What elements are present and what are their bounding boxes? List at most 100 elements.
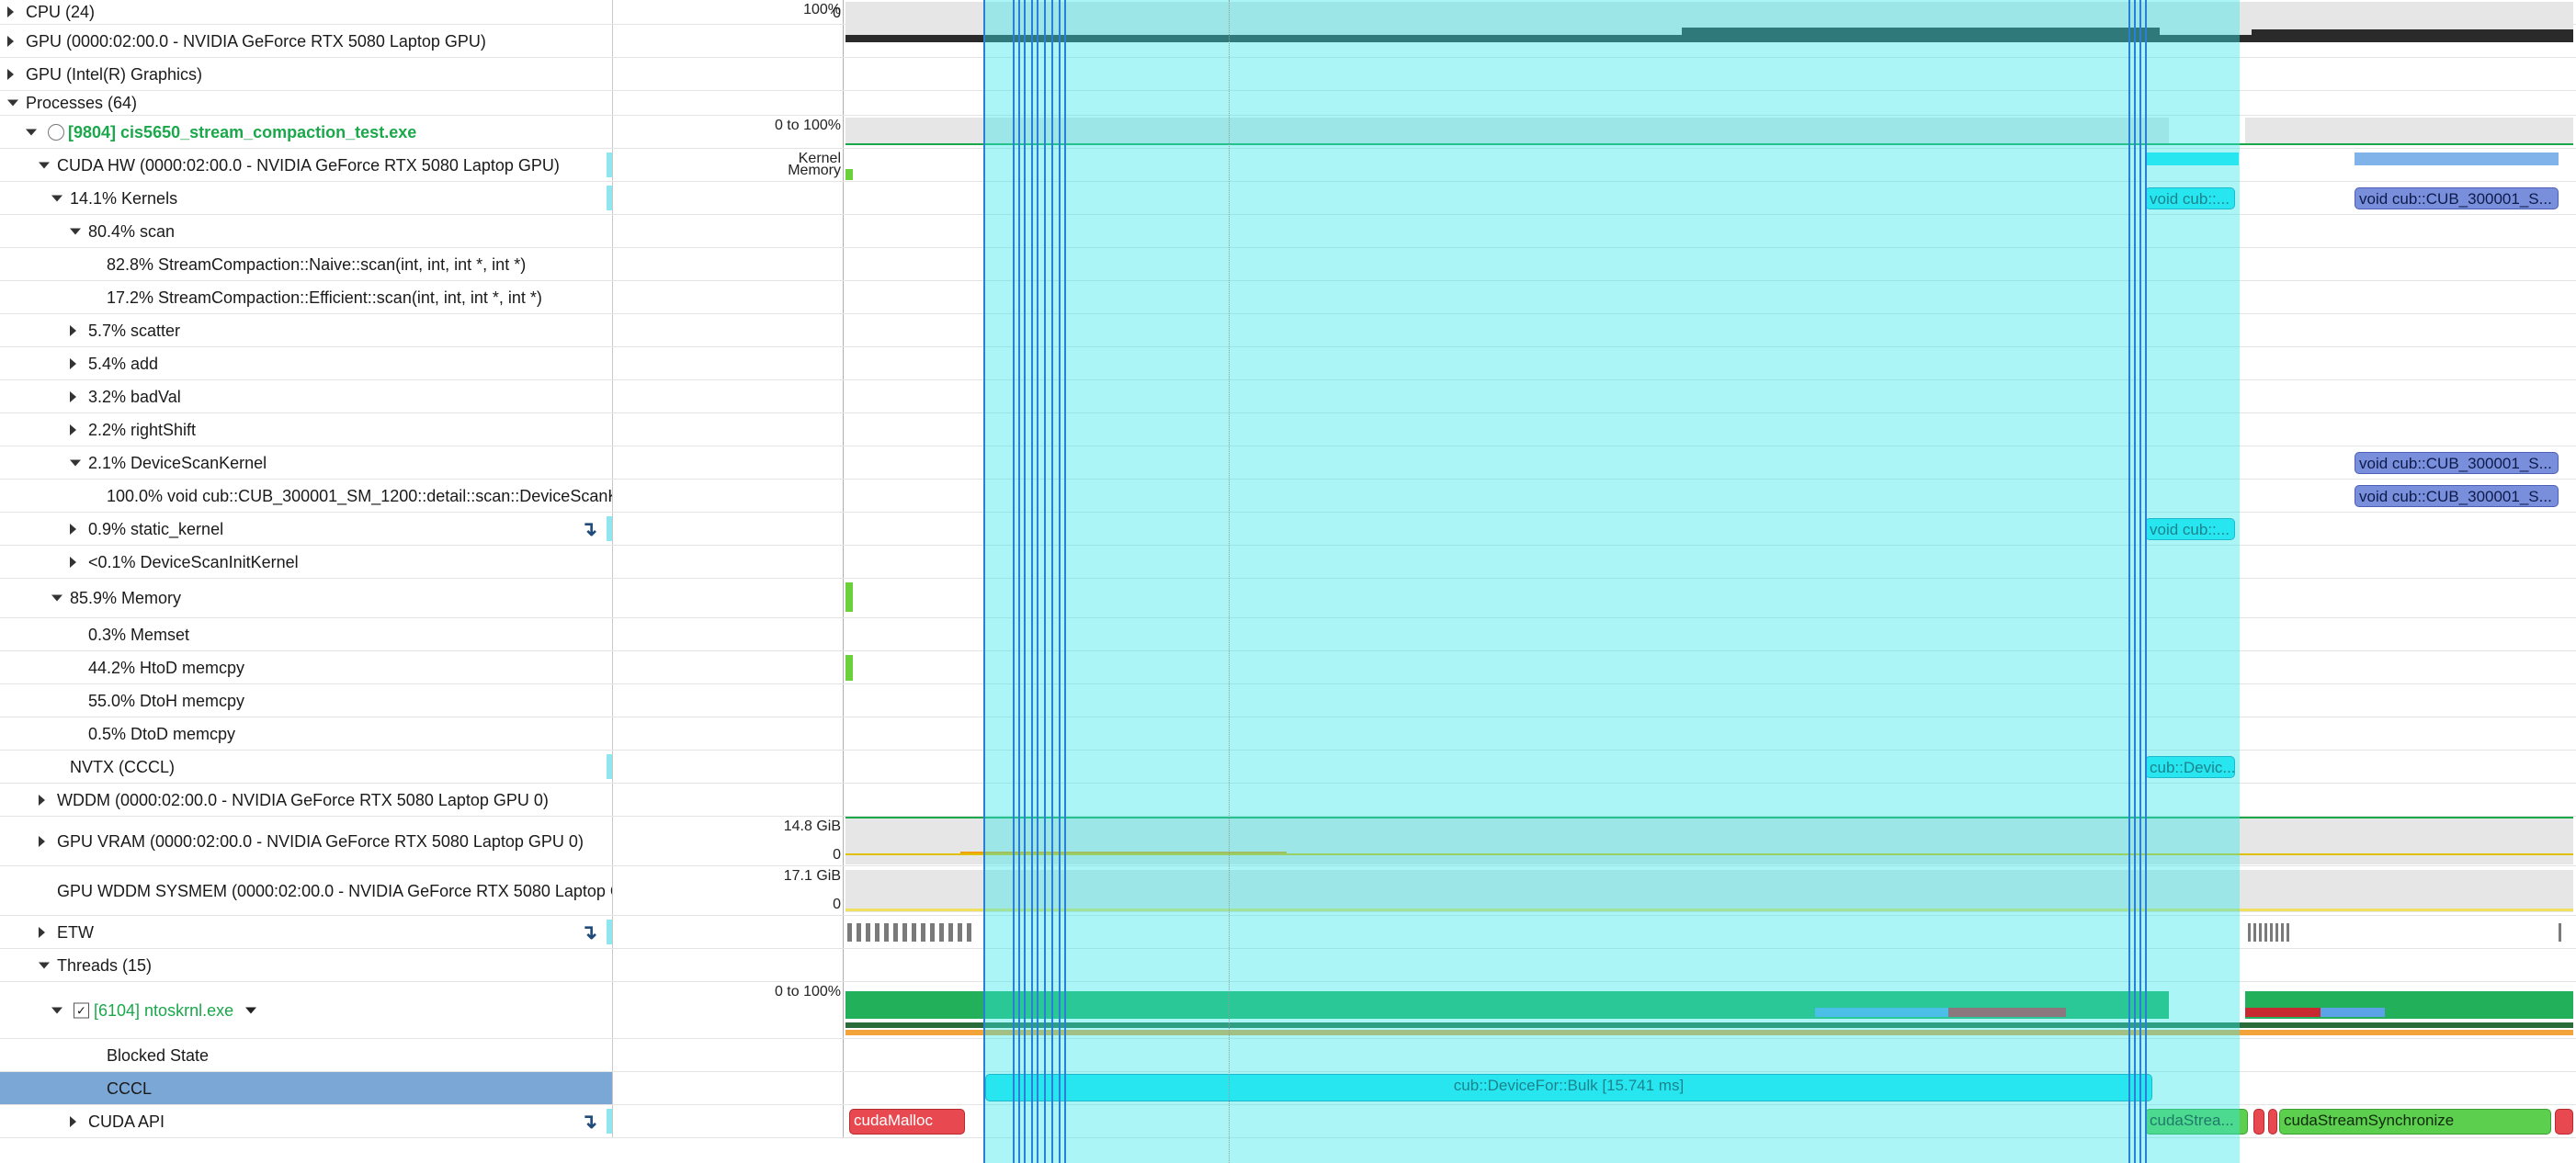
row-rightshift[interactable]: 2.2% rightShift	[0, 413, 2576, 446]
row-process-9804[interactable]: [9804] cis5650_stream_compaction_test.ex…	[0, 116, 2576, 149]
row-label-cell[interactable]: CCCL	[0, 1072, 613, 1104]
expand-arrow-icon[interactable]	[70, 1115, 76, 1127]
row-timeline-track[interactable]: void cub::CUB_300001_S...	[844, 446, 2576, 479]
row-timeline-track[interactable]	[844, 717, 2576, 750]
kernel-bar[interactable]: void cub::...	[2145, 187, 2235, 209]
row-label-cell[interactable]: ETW ↴	[0, 916, 613, 948]
thread-menu-dropdown-icon[interactable]	[245, 1007, 256, 1013]
row-timeline-track[interactable]	[844, 817, 2576, 865]
row-timeline-track[interactable]	[844, 347, 2576, 379]
row-add[interactable]: 5.4% add	[0, 347, 2576, 380]
row-cpu[interactable]: CPU (24) 100% 0	[0, 0, 2576, 42]
row-dtod[interactable]: 0.5% DtoD memcpy	[0, 717, 2576, 751]
collapse-arrow-icon[interactable]	[26, 129, 37, 135]
row-label-cell[interactable]: GPU (Intel(R) Graphics)	[0, 58, 613, 90]
row-memset[interactable]: 0.3% Memset	[0, 618, 2576, 651]
row-timeline-track[interactable]	[844, 25, 2576, 57]
row-timeline-track[interactable]	[844, 215, 2576, 247]
cuda-api-bar[interactable]	[2268, 1109, 2277, 1135]
row-label-cell[interactable]: ✓ [6104] ntoskrnl.exe	[0, 982, 613, 1038]
row-label-cell[interactable]: GPU VRAM (0000:02:00.0 - NVIDIA GeForce …	[0, 817, 613, 865]
expand-arrow-icon[interactable]	[70, 390, 76, 402]
row-timeline-track[interactable]	[844, 651, 2576, 683]
row-label-cell[interactable]: Threads (15)	[0, 949, 613, 981]
row-timeline-track[interactable]: cub::Devic...	[844, 751, 2576, 783]
thread-checkbox[interactable]: ✓	[74, 1002, 89, 1018]
row-scan[interactable]: 80.4% scan	[0, 215, 2576, 248]
row-timeline-track[interactable]	[844, 149, 2576, 181]
row-timeline-track[interactable]	[844, 866, 2576, 915]
row-timeline-track[interactable]: cub::DeviceFor::Bulk [15.741 ms]	[844, 1072, 2576, 1104]
row-label-cell[interactable]: 44.2% HtoD memcpy	[0, 651, 613, 683]
row-badval[interactable]: 3.2% badVal	[0, 380, 2576, 413]
collapse-arrow-icon[interactable]	[39, 162, 50, 168]
row-cuda-hw[interactable]: CUDA HW (0000:02:00.0 - NVIDIA GeForce R…	[0, 149, 2576, 182]
cuda-api-bar[interactable]: cudaMalloc	[849, 1109, 965, 1135]
row-timeline-track[interactable]	[844, 0, 2576, 42]
collapse-arrow-icon[interactable]	[70, 228, 81, 234]
row-timeline-track[interactable]	[844, 248, 2576, 280]
row-label-cell[interactable]: 0.5% DtoD memcpy	[0, 717, 613, 750]
row-timeline-track[interactable]	[844, 1039, 2576, 1071]
row-label-cell[interactable]: 80.4% scan	[0, 215, 613, 247]
cuda-api-bar[interactable]	[2253, 1109, 2264, 1135]
row-timeline-track[interactable]	[844, 546, 2576, 578]
selected-range-bar[interactable]: cub::DeviceFor::Bulk [15.741 ms]	[985, 1074, 2152, 1101]
expand-arrow-icon[interactable]	[70, 357, 76, 369]
expand-arrow-icon[interactable]	[70, 423, 76, 435]
row-timeline-track[interactable]	[844, 91, 2576, 115]
expand-arrow-icon[interactable]	[70, 324, 76, 336]
collapse-arrow-icon[interactable]	[51, 195, 62, 201]
cuda-api-bar[interactable]: cudaStrea...	[2145, 1109, 2248, 1135]
row-dtoh[interactable]: 55.0% DtoH memcpy	[0, 684, 2576, 717]
row-label-cell[interactable]: 17.2% StreamCompaction::Efficient::scan(…	[0, 281, 613, 313]
row-label-cell[interactable]: 5.7% scatter	[0, 314, 613, 346]
row-nvtx[interactable]: NVTX (CCCL) cub::Devic...	[0, 751, 2576, 784]
row-label-cell[interactable]: 2.1% DeviceScanKernel	[0, 446, 613, 479]
kernel-bar[interactable]: void cub::CUB_300001_S...	[2355, 187, 2559, 209]
row-label-cell[interactable]: [9804] cis5650_stream_compaction_test.ex…	[0, 116, 613, 148]
row-label-cell[interactable]: Blocked State	[0, 1039, 613, 1071]
row-timeline-track[interactable]	[844, 949, 2576, 981]
collapse-arrow-icon[interactable]	[70, 459, 81, 466]
row-timeline-track[interactable]	[844, 58, 2576, 90]
row-static-kernel[interactable]: 0.9% static_kernel ↴ void cub::...	[0, 513, 2576, 546]
row-gpu-wddm-sysmem[interactable]: GPU WDDM SYSMEM (0000:02:00.0 - NVIDIA G…	[0, 866, 2576, 916]
row-htod[interactable]: 44.2% HtoD memcpy	[0, 651, 2576, 684]
row-cccl[interactable]: CCCL cub::DeviceFor::Bulk [15.741 ms]	[0, 1072, 2576, 1105]
jump-to-next-icon[interactable]: ↴	[581, 517, 597, 541]
row-label-cell[interactable]: GPU WDDM SYSMEM (0000:02:00.0 - NVIDIA G…	[0, 866, 613, 915]
expand-arrow-icon[interactable]	[7, 68, 14, 80]
row-label-cell[interactable]: 0.9% static_kernel ↴	[0, 513, 613, 545]
row-timeline-track[interactable]	[844, 916, 2576, 948]
devicescan-kernel-bar[interactable]: void cub::CUB_300001_S...	[2355, 452, 2559, 474]
collapse-arrow-icon[interactable]	[39, 962, 50, 968]
expand-arrow-icon[interactable]	[70, 556, 76, 568]
row-wddm[interactable]: WDDM (0000:02:00.0 - NVIDIA GeForce RTX …	[0, 784, 2576, 817]
row-label-cell[interactable]: GPU (0000:02:00.0 - NVIDIA GeForce RTX 5…	[0, 25, 613, 57]
row-timeline-track[interactable]: void cub::CUB_300001_S...	[844, 480, 2576, 512]
row-label-cell[interactable]: 3.2% badVal	[0, 380, 613, 412]
nvtx-range-bar[interactable]: cub::Devic...	[2145, 756, 2235, 778]
collapse-arrow-icon[interactable]	[7, 99, 18, 107]
row-devicescaninit[interactable]: <0.1% DeviceScanInitKernel	[0, 546, 2576, 579]
row-label-cell[interactable]: 0.3% Memset	[0, 618, 613, 650]
jump-to-next-icon[interactable]: ↴	[581, 920, 597, 944]
jump-to-next-icon[interactable]: ↴	[581, 1110, 597, 1134]
row-timeline-track[interactable]	[844, 314, 2576, 346]
expand-arrow-icon[interactable]	[39, 794, 45, 806]
row-timeline-track[interactable]	[844, 684, 2576, 717]
cuda-api-bar[interactable]	[2555, 1109, 2573, 1135]
row-processes[interactable]: Processes (64)	[0, 91, 2576, 116]
row-label-cell[interactable]: 100.0% void cub::CUB_300001_SM_1200::det…	[0, 480, 613, 512]
static-kernel-bar[interactable]: void cub::...	[2145, 518, 2235, 540]
row-cuda-api[interactable]: CUDA API ↴ cudaMalloc cudaStrea... cudaStrea…	[0, 1105, 2576, 1138]
row-label-cell[interactable]: 85.9% Memory	[0, 579, 613, 617]
row-label-cell[interactable]: 55.0% DtoH memcpy	[0, 684, 613, 717]
row-devicescankernel[interactable]: 2.1% DeviceScanKernel void cub::CUB_30000…	[0, 446, 2576, 480]
row-timeline-track[interactable]	[844, 380, 2576, 412]
expand-arrow-icon[interactable]	[39, 926, 45, 938]
process-status-circle-icon[interactable]	[48, 123, 64, 141]
row-gpu-vram[interactable]: GPU VRAM (0000:02:00.0 - NVIDIA GeForce …	[0, 817, 2576, 866]
row-blocked-state[interactable]: Blocked State	[0, 1039, 2576, 1072]
